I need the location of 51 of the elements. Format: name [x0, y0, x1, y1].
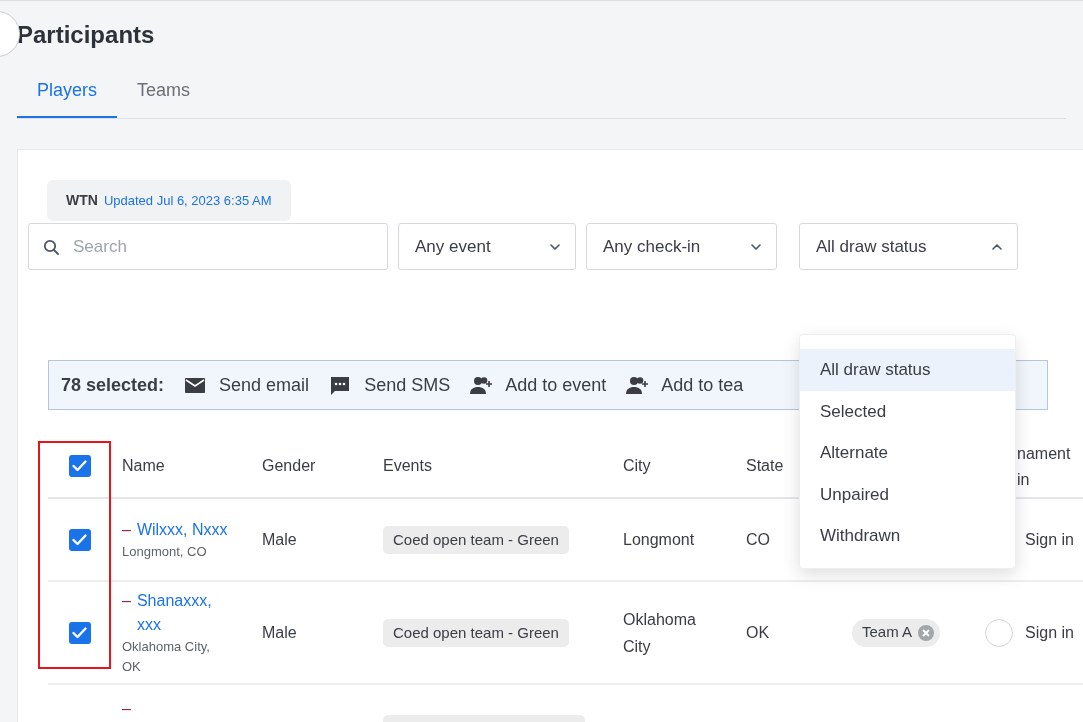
filter-dropdown[interactable]: Any check-in [586, 223, 777, 270]
menu-item[interactable]: Withdrawn [800, 515, 1015, 557]
menu-item[interactable]: All draw status [800, 349, 1015, 391]
checkbox[interactable] [68, 528, 91, 551]
column-header: Events [383, 455, 432, 476]
status-dash: – [122, 699, 131, 719]
tab[interactable]: Players [17, 65, 118, 118]
event-chip: Coed open team - Green [383, 525, 569, 554]
filter-dropdown[interactable]: Any event [398, 223, 576, 270]
menu-item[interactable]: Unpaired [800, 473, 1015, 515]
remove-icon [918, 624, 935, 641]
gender-text: Male [262, 623, 297, 641]
column-header: Name [122, 455, 165, 476]
badge-label: WTN [66, 191, 98, 210]
city-text: Longmont [623, 530, 696, 550]
city-text: Oklahoma City [623, 609, 697, 657]
column-header: State [746, 455, 784, 476]
filter-dropdown[interactable]: All draw status [799, 223, 1018, 270]
sign-in-text: Sign in [1025, 529, 1074, 550]
menu-item[interactable]: Alternate [800, 432, 1015, 474]
user-plus-icon [626, 374, 650, 396]
status-dash: – [122, 590, 131, 611]
updated-text: Updated Jul 6, 2023 6:35 AM [103, 191, 272, 210]
action-button[interactable]: Add to tea [626, 371, 744, 399]
sign-in-text: Sign in [1025, 622, 1074, 643]
player-location: Longmont, CO [122, 542, 208, 561]
player-link[interactable]: Wilxxx, Nxxx [136, 517, 229, 542]
page-title: Participants [17, 20, 156, 50]
event-chip: Coed open team - Green [383, 618, 569, 647]
search-icon [43, 239, 59, 255]
state-text: OK [746, 623, 770, 641]
search-field[interactable]: Search [28, 223, 388, 270]
column-header: Gender [262, 455, 316, 476]
team-chip: Team A [852, 618, 941, 647]
menu-item[interactable]: Selected [800, 390, 1015, 432]
checkbox[interactable] [68, 454, 91, 477]
radio-button[interactable] [985, 618, 1013, 647]
player-link[interactable]: Shanaxxx, xxx [136, 588, 229, 637]
action-button[interactable]: Send SMS [329, 371, 451, 399]
selected-count: 78 selected: [61, 373, 165, 397]
state-text: CO [746, 530, 770, 548]
column-header: City [623, 455, 651, 476]
player-location: Oklahoma City, OK [122, 637, 211, 676]
tab[interactable]: Teams [117, 65, 211, 118]
user-plus-icon [470, 374, 494, 396]
column-header: nament in [1017, 443, 1072, 490]
checkbox[interactable] [68, 621, 91, 644]
gender-text: Male [262, 530, 297, 548]
status-dash: – [122, 519, 131, 540]
action-button[interactable]: Add to event [470, 371, 607, 399]
action-button[interactable]: Send email [184, 371, 310, 399]
